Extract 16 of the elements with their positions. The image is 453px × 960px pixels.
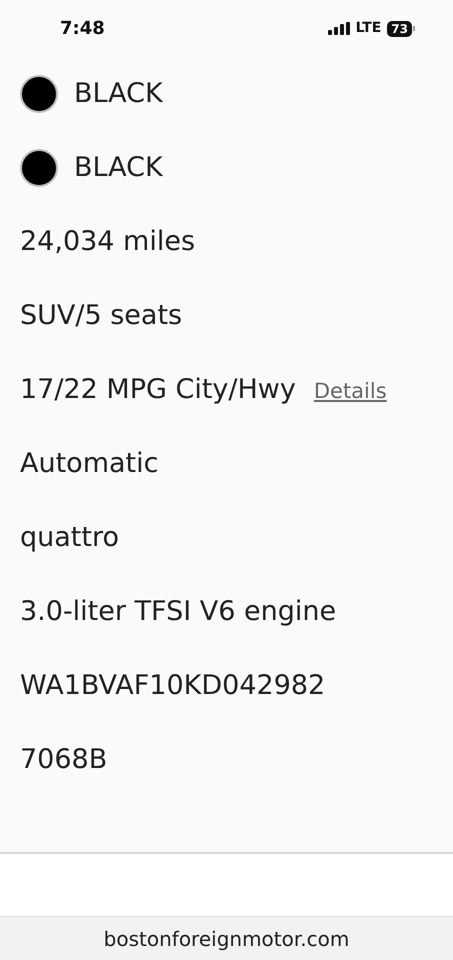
status-time: 7:48: [60, 17, 105, 41]
spec-text: Automatic: [20, 446, 158, 481]
spec-text: SUV/5 seats: [20, 298, 182, 333]
color-name: BLACK: [74, 76, 163, 111]
spec-text: quattro: [20, 520, 119, 555]
spec-text: WA1BVAF10KD042982: [20, 668, 326, 703]
signal-icon: [328, 22, 350, 35]
spec-text: 7068B: [20, 742, 108, 777]
address-bar[interactable]: bostonforeignmotor.com: [0, 916, 453, 960]
spec-text: 17/22 MPG City/Hwy: [20, 372, 296, 407]
spec-text: 3.0-liter TFSI V6 engine: [20, 594, 336, 629]
network-label: LTE: [356, 19, 382, 38]
color-name: BLACK: [74, 150, 163, 185]
battery-indicator: 73: [387, 20, 415, 36]
details-link[interactable]: Details: [314, 376, 387, 408]
spec-text: 24,034 miles: [20, 224, 196, 259]
